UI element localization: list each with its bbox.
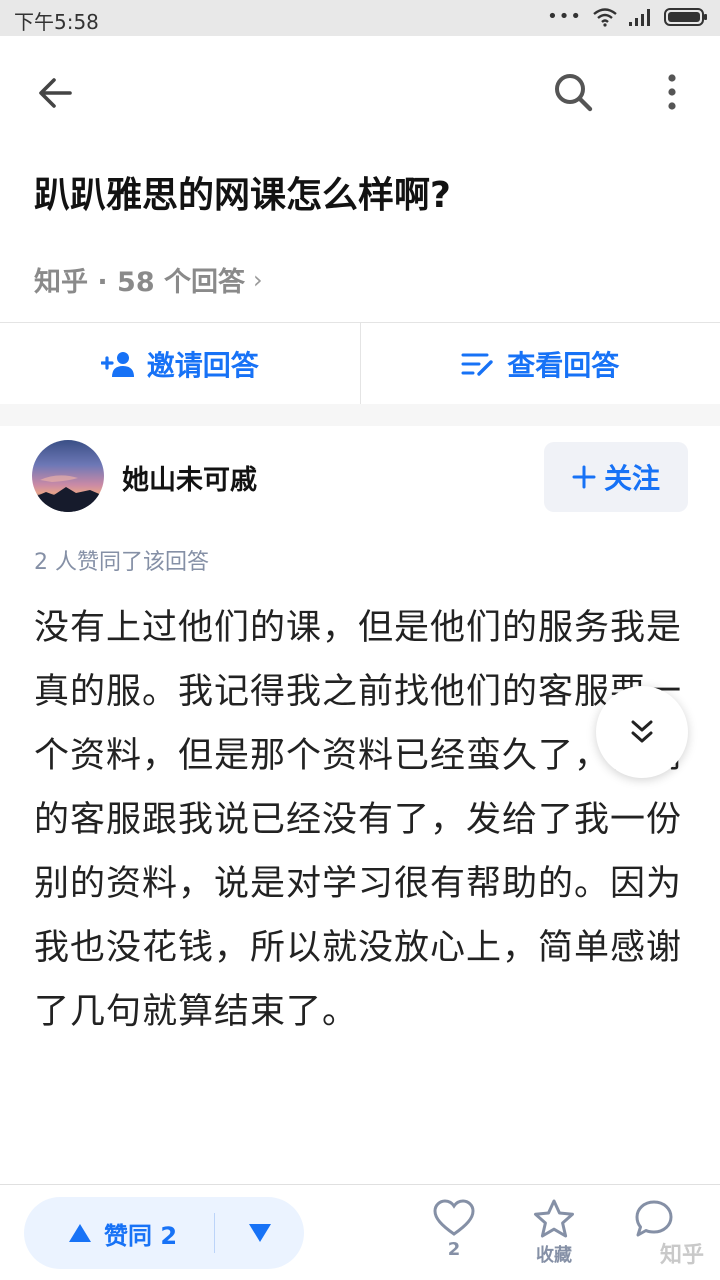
heart-icon [433,1199,475,1236]
vote-control: 赞同 2 [24,1197,304,1269]
invite-answer-label: 邀请回答 [146,348,259,382]
status-icons: ••• [547,7,708,27]
avatar-image [32,475,104,512]
avatar[interactable] [32,440,104,512]
plus-icon [572,465,596,489]
view-answers-button[interactable]: 查看回答 [361,323,720,404]
approval-count: 2 人赞同了该回答 [34,550,209,575]
search-button[interactable] [552,71,594,117]
follow-label: 关注 [603,462,660,495]
status-time: 下午5:58 [14,10,99,34]
author-row: 她山未可戚 关注 [0,426,720,536]
author-name[interactable]: 她山未可戚 [122,458,257,497]
list-edit-icon [461,353,493,376]
back-arrow-icon [39,78,72,108]
double-chevron-down-icon [631,720,653,743]
next-answer-button[interactable] [596,686,688,778]
like-button[interactable]: 2 [414,1199,494,1260]
question-title[interactable]: 趴趴雅思的网课怎么样啊? [34,166,451,218]
question-meta-text: 知乎 · 58 个回答 [34,267,246,298]
comment-button[interactable] [614,1199,694,1239]
vote-up-label: 赞同 2 [104,1221,178,1250]
answer-content: 没有上过他们的课，但是他们的服务我是真的服。我记得我之前找他们的客服要一个资料，… [34,608,683,1032]
more-options-button[interactable] [660,73,684,117]
battery-icon [664,8,707,26]
collect-button[interactable]: 收藏 [514,1199,594,1267]
like-count: 2 [447,1239,461,1260]
star-icon [534,1199,574,1238]
status-bar: 下午5:58 ••• [0,0,720,36]
back-button[interactable] [36,74,74,116]
collect-label: 收藏 [536,1245,572,1266]
zhihu-watermark: 知乎 [659,1243,704,1268]
question-meta-link[interactable]: 知乎 · 58 个回答 › [34,260,263,299]
follow-button[interactable]: 关注 [544,442,688,512]
comment-icon [635,1200,673,1237]
invite-answer-button[interactable]: 邀请回答 [0,323,360,404]
vote-up-button[interactable]: 赞同 2 [24,1197,214,1269]
wifi-icon [593,8,617,27]
add-person-icon [100,351,134,377]
search-icon [555,74,593,112]
bottom-action-bar: 赞同 2 2 收藏 知乎 [0,1184,720,1280]
triangle-up-icon [69,1224,91,1242]
status-dots: ••• [547,6,582,27]
triangle-down-icon [248,1224,271,1242]
question-actions: 邀请回答 查看回答 [0,322,720,405]
top-app-bar [0,36,720,148]
question-header: 趴趴雅思的网课怎么样啊? 知乎 · 58 个回答 › [0,148,720,324]
chevron-right-icon: › [253,265,263,294]
view-answers-label: 查看回答 [507,348,620,382]
signal-icon [629,9,650,26]
section-divider [0,404,720,426]
vote-down-button[interactable] [215,1197,304,1269]
more-vertical-icon [668,74,676,110]
